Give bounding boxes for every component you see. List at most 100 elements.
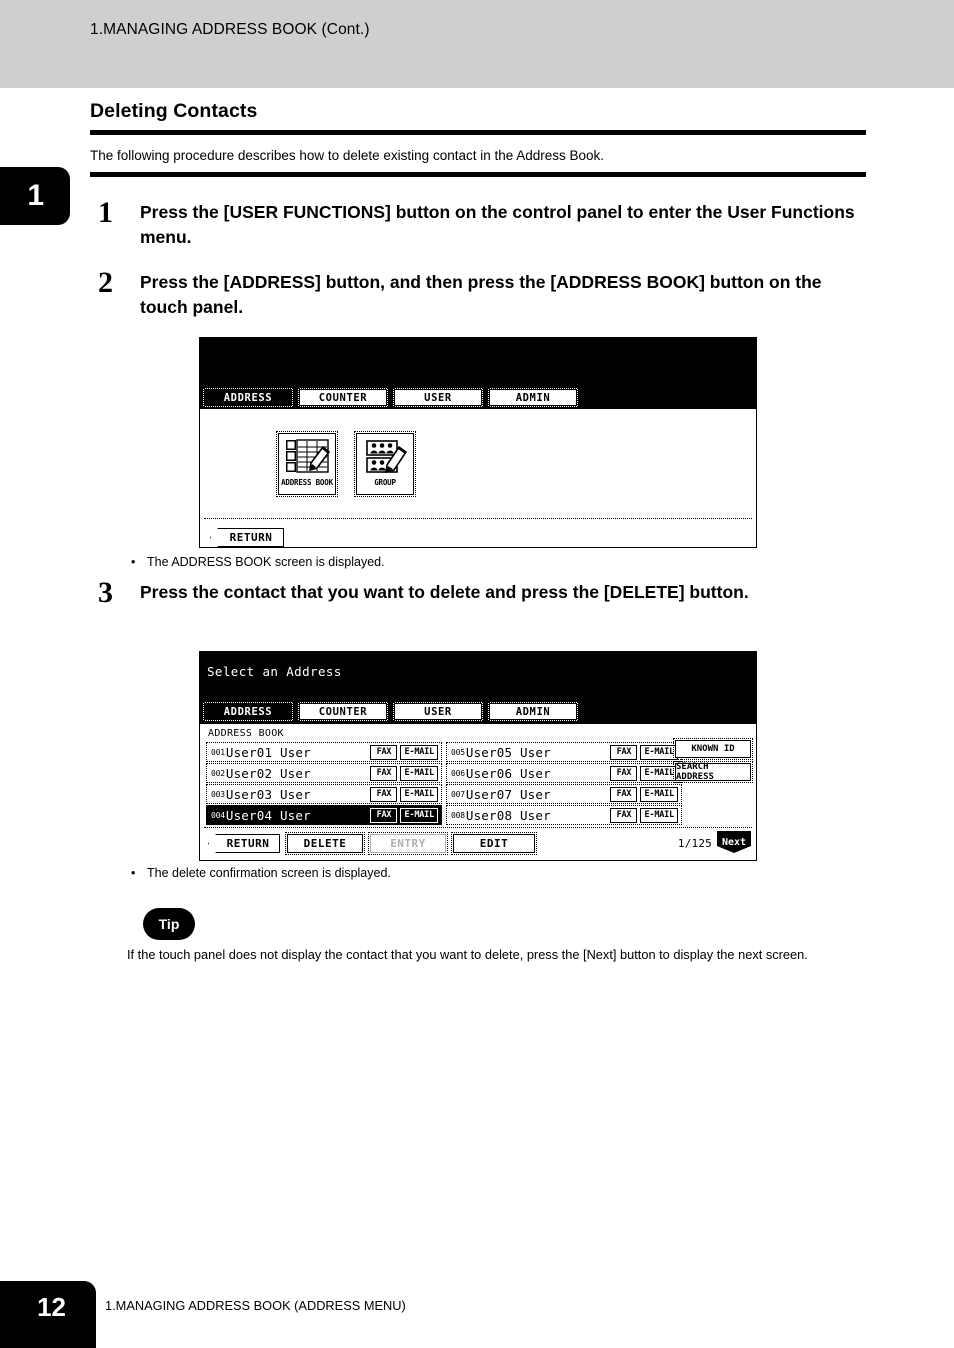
panel1-tab-address[interactable]: ADDRESS: [203, 388, 293, 407]
group-icon: [366, 440, 408, 474]
contact-name: User01 User: [225, 744, 311, 760]
contact-row-007[interactable]: 007 User07 User FAX E-MAIL: [446, 784, 682, 804]
fax-tag-button[interactable]: FAX: [610, 807, 638, 823]
contact-tags: FAX E-MAIL: [610, 744, 678, 760]
page-indicator: 1/125: [677, 837, 712, 850]
panel2-tab-admin[interactable]: ADMIN: [488, 702, 578, 721]
contact-index: 006: [451, 768, 465, 778]
contact-name: User04 User: [225, 807, 311, 823]
contact-column-right: 005 User05 User FAX E-MAIL 006 User06 Us…: [446, 742, 682, 826]
manual-page: 1.MANAGING ADDRESS BOOK (Cont.) 1 Deleti…: [0, 0, 954, 1348]
contact-index: 007: [451, 789, 465, 799]
contact-row-006[interactable]: 006 User06 User FAX E-MAIL: [446, 763, 682, 783]
step-2-number: 2: [98, 266, 113, 299]
email-tag-button[interactable]: E-MAIL: [640, 786, 678, 802]
fax-tag-button[interactable]: FAX: [370, 807, 398, 823]
email-tag-button[interactable]: E-MAIL: [400, 765, 438, 781]
section-intro: The following procedure describes how to…: [90, 148, 605, 163]
footer-page-number: 12: [0, 1281, 96, 1348]
panel2-side-buttons: KNOWN ID SEARCH ADDRESS: [673, 738, 753, 783]
email-tag-button[interactable]: E-MAIL: [400, 744, 438, 760]
footer-text: 1.MANAGING ADDRESS BOOK (ADDRESS MENU): [105, 1298, 406, 1313]
panel1-tab-admin[interactable]: ADMIN: [488, 388, 578, 407]
step-1-text: Press the [USER FUNCTIONS] button on the…: [140, 202, 855, 247]
running-head-band: [0, 0, 954, 88]
fax-tag-button[interactable]: FAX: [610, 765, 638, 781]
contact-column-left: 001 User01 User FAX E-MAIL 002 User02 Us…: [206, 742, 442, 826]
address-book-button[interactable]: ADDRESS BOOK: [276, 431, 338, 497]
panel2-tab-address[interactable]: ADDRESS: [203, 702, 293, 721]
touch-panel-select-address: Select an Address ADDRESS COUNTER USER A…: [199, 651, 757, 861]
email-tag-button[interactable]: E-MAIL: [640, 744, 678, 760]
group-button-label: GROUP: [374, 478, 396, 487]
fax-tag-button[interactable]: FAX: [370, 744, 398, 760]
heading-rule-bottom: [90, 172, 866, 177]
contact-tags: FAX E-MAIL: [370, 786, 438, 802]
running-head-title: 1.MANAGING ADDRESS BOOK (Cont.): [90, 21, 370, 38]
address-book-list-label: ADDRESS BOOK: [208, 728, 284, 739]
next-button[interactable]: Next: [717, 831, 751, 853]
note-text: The delete confirmation screen is displa…: [147, 866, 391, 880]
panel2-tab-row: ADDRESS COUNTER USER ADMIN: [203, 702, 578, 721]
contact-index: 003: [211, 789, 225, 799]
address-book-button-label: ADDRESS BOOK: [281, 478, 333, 487]
contact-tags: FAX E-MAIL: [610, 786, 678, 802]
known-id-button[interactable]: KNOWN ID: [673, 738, 753, 760]
panel2-prompt: Select an Address: [207, 664, 342, 679]
note-address-book-displayed: • The ADDRESS BOOK screen is displayed.: [131, 555, 385, 569]
contact-row-002[interactable]: 002 User02 User FAX E-MAIL: [206, 763, 442, 783]
contact-tags: FAX E-MAIL: [370, 807, 438, 823]
note-bullet: •: [131, 555, 136, 569]
contact-tags: FAX E-MAIL: [370, 744, 438, 760]
panel1-tab-counter[interactable]: COUNTER: [298, 388, 388, 407]
fax-tag-button[interactable]: FAX: [610, 786, 638, 802]
step-3-text: Press the contact that you want to delet…: [140, 582, 749, 602]
step-2-text: Press the [ADDRESS] button, and then pre…: [140, 272, 822, 317]
delete-button[interactable]: DELETE: [285, 832, 365, 855]
contact-row-008[interactable]: 008 User08 User FAX E-MAIL: [446, 805, 682, 825]
step-1-number: 1: [98, 196, 113, 229]
fax-tag-button[interactable]: FAX: [370, 765, 398, 781]
address-book-icon: [286, 439, 331, 473]
contact-name: User05 User: [465, 744, 551, 760]
panel2-return-button[interactable]: RETURN: [208, 834, 280, 853]
contact-tags: FAX E-MAIL: [370, 765, 438, 781]
note-delete-confirmation: • The delete confirmation screen is displ…: [131, 866, 391, 880]
heading-rule-top: [90, 130, 866, 135]
email-tag-button[interactable]: E-MAIL: [400, 786, 438, 802]
tip-text: If the touch panel does not display the …: [127, 947, 808, 962]
panel2-separator: [204, 827, 752, 828]
email-tag-button[interactable]: E-MAIL: [400, 807, 438, 823]
contact-tags: FAX E-MAIL: [610, 765, 678, 781]
panel2-tab-counter[interactable]: COUNTER: [298, 702, 388, 721]
panel1-return-button[interactable]: RETURN: [210, 528, 284, 547]
note-bullet: •: [131, 866, 136, 880]
email-tag-button[interactable]: E-MAIL: [640, 807, 678, 823]
contact-row-004-selected[interactable]: 004 User04 User FAX E-MAIL: [206, 805, 442, 825]
panel2-tab-user[interactable]: USER: [393, 702, 483, 721]
edit-button[interactable]: EDIT: [451, 832, 537, 855]
panel2-body: ADDRESS BOOK 001 User01 User FAX E-MAIL …: [200, 724, 756, 860]
address-book-list: 001 User01 User FAX E-MAIL 002 User02 Us…: [206, 742, 682, 826]
contact-name: User07 User: [465, 786, 551, 802]
panel1-tab-user[interactable]: USER: [393, 388, 483, 407]
contact-row-001[interactable]: 001 User01 User FAX E-MAIL: [206, 742, 442, 762]
fax-tag-button[interactable]: FAX: [370, 786, 398, 802]
page-title: Deleting Contacts: [90, 100, 258, 122]
tip-badge: Tip: [143, 908, 195, 940]
search-address-button[interactable]: SEARCH ADDRESS: [673, 761, 753, 783]
fax-tag-button[interactable]: FAX: [610, 744, 638, 760]
panel1-body: ADDRESS BOOK GROUP RETURN: [200, 409, 756, 547]
panel1-tab-row: ADDRESS COUNTER USER ADMIN: [203, 388, 578, 407]
contact-row-003[interactable]: 003 User03 User FAX E-MAIL: [206, 784, 442, 804]
contact-index: 008: [451, 810, 465, 820]
contact-tags: FAX E-MAIL: [610, 807, 678, 823]
panel2-button-bar: RETURN DELETE ENTRY EDIT: [208, 832, 537, 855]
contact-row-005[interactable]: 005 User05 User FAX E-MAIL: [446, 742, 682, 762]
contact-name: User08 User: [465, 807, 551, 823]
step-3-number: 3: [98, 576, 113, 609]
entry-button: ENTRY: [368, 832, 448, 855]
contact-index: 001: [211, 747, 225, 757]
group-button[interactable]: GROUP: [354, 431, 416, 497]
email-tag-button[interactable]: E-MAIL: [640, 765, 678, 781]
